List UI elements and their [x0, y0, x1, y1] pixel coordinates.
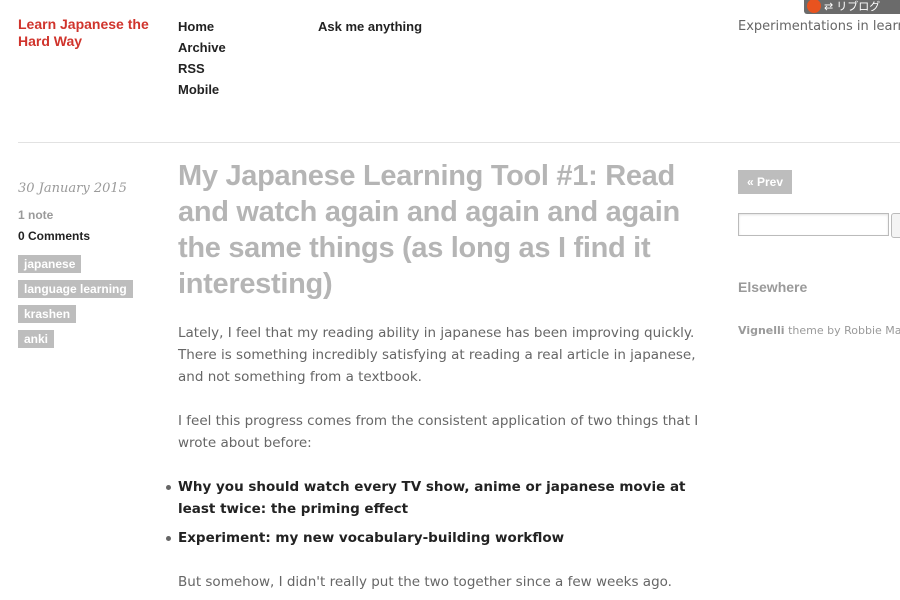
nav-home-link[interactable]: Home: [178, 16, 226, 37]
post-link-list: Why you should watch every TV show, anim…: [166, 476, 718, 549]
post-paragraph: But somehow, I didn't really put the two…: [178, 574, 672, 590]
nav-ask-link[interactable]: Ask me anything: [318, 16, 422, 37]
tumblr-heart-icon: [807, 0, 821, 13]
post-notes-link[interactable]: 1 note: [18, 207, 53, 223]
theme-link[interactable]: Vignelli: [738, 324, 785, 337]
post-title: My Japanese Learning Tool #1: Read and w…: [178, 160, 680, 300]
prev-page-button[interactable]: « Prev: [738, 170, 793, 194]
reblog-button[interactable]: ⇄ リブログ: [804, 0, 900, 14]
post-tags: japanese language learning krashen anki: [18, 255, 133, 355]
search-button[interactable]: [891, 213, 900, 238]
post-body: Lately, I feel that my reading ability i…: [166, 322, 718, 600]
post-date: 30 January 2015: [18, 181, 127, 196]
header-divider: [18, 142, 900, 143]
elsewhere-heading: Elsewhere: [738, 279, 808, 295]
credit-text: theme by Robbie Manson: [788, 324, 900, 337]
main-nav: Home Archive RSS Mobile: [178, 16, 226, 100]
reblog-label: リブログ: [836, 0, 881, 13]
post-comments-link[interactable]: 0 Comments: [18, 228, 90, 244]
tag-link[interactable]: language learning: [18, 280, 133, 298]
tag-link[interactable]: krashen: [18, 305, 77, 323]
nav-mobile-link[interactable]: Mobile: [178, 79, 226, 100]
tag-link[interactable]: anki: [18, 330, 55, 348]
search-input[interactable]: [738, 213, 889, 236]
post-paragraph: I feel this progress comes from the cons…: [178, 413, 699, 451]
list-item: Why you should watch every TV show, anim…: [166, 476, 718, 520]
list-item: Experiment: my new vocabulary-building w…: [166, 527, 718, 549]
nav-archive-link[interactable]: Archive: [178, 37, 226, 58]
vocabulary-workflow-link[interactable]: Experiment: my new vocabulary-building w…: [178, 530, 564, 546]
nav-rss-link[interactable]: RSS: [178, 58, 226, 79]
page: Learn Japanese the Hard Way Home Archive…: [0, 0, 900, 600]
blog-tagline: Experimentations in learning japanese fa…: [738, 19, 900, 34]
theme-credit: Vignelli theme by Robbie Manson: [738, 323, 900, 339]
reblog-icon: ⇄: [824, 0, 834, 13]
secondary-nav: Ask me anything: [318, 16, 422, 37]
priming-effect-link[interactable]: Why you should watch every TV show, anim…: [178, 479, 686, 517]
tag-link[interactable]: japanese: [18, 255, 82, 273]
blog-title-link[interactable]: Learn Japanese the Hard Way: [18, 16, 158, 50]
post-paragraph: Lately, I feel that my reading ability i…: [178, 325, 696, 385]
